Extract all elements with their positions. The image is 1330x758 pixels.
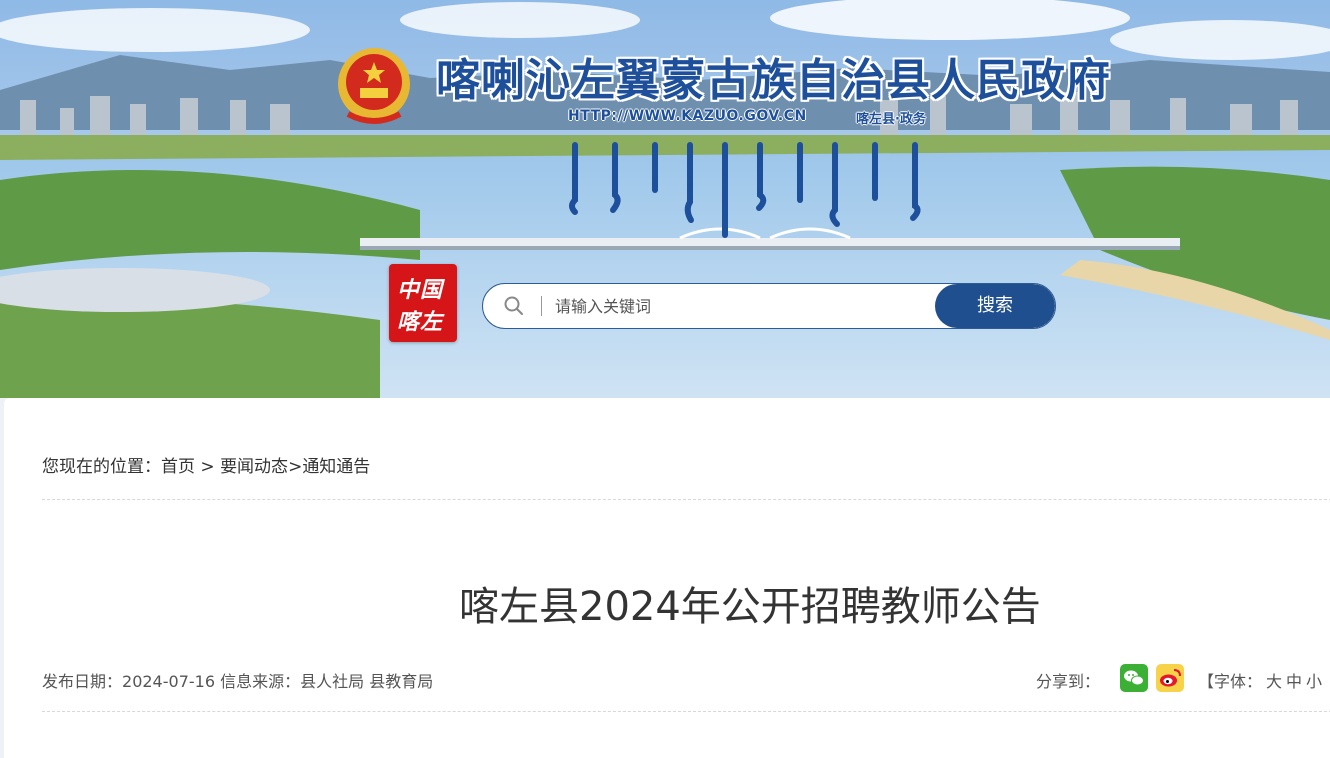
breadcrumb-section-link[interactable]: 要闻动态 <box>220 457 288 477</box>
breadcrumb-home-link[interactable]: 首页 <box>161 457 195 477</box>
font-size-medium[interactable]: 中 <box>1286 672 1302 691</box>
share-label: 分享到： <box>1036 672 1101 691</box>
search-button[interactable]: 搜索 <box>935 284 1055 328</box>
site-subtitle: 喀左县·政务 <box>856 112 926 127</box>
date-label: 发布日期： <box>42 672 123 691</box>
font-size-label: 【字体： <box>1198 672 1263 691</box>
article-panel: 您现在的位置：首页 > 要闻动态>通知通告 喀左县2024年公开招聘教师公告 发… <box>4 398 1330 758</box>
font-size-control: 【字体：大中小 <box>1198 668 1322 692</box>
site-url: HTTP://WWW.KAZUO.GOV.CN <box>568 108 807 124</box>
weibo-icon[interactable] <box>1156 664 1184 692</box>
site-title: 喀喇沁左翼蒙古族自治县人民政府 <box>436 55 1111 106</box>
breadcrumb-separator: > <box>288 457 303 477</box>
national-emblem-icon <box>338 48 410 124</box>
breadcrumb-separator: > <box>195 457 221 477</box>
divider <box>42 499 1330 500</box>
font-size-small[interactable]: 小 <box>1306 672 1322 691</box>
logo-line-2: 喀左 <box>397 309 444 335</box>
logo-line-1: 中国 <box>397 277 444 303</box>
breadcrumb: 您现在的位置：首页 > 要闻动态>通知通告 <box>42 452 370 477</box>
source-label: 信息来源： <box>220 672 301 691</box>
article-source: 县人社局 县教育局 <box>300 672 434 691</box>
search-divider <box>541 296 542 316</box>
search-icon <box>504 296 523 315</box>
header-banner: 喀喇沁左翼蒙古族自治县人民政府 HTTP://WWW.KAZUO.GOV.CN … <box>0 0 1330 398</box>
breadcrumb-current-link[interactable]: 通知通告 <box>302 457 370 477</box>
mongolian-script-title <box>569 142 921 238</box>
divider <box>42 711 1330 712</box>
font-size-large[interactable]: 大 <box>1266 672 1282 691</box>
publish-date: 2024-07-16 <box>122 672 215 691</box>
article-title: 喀左县2024年公开招聘教师公告 <box>459 584 1041 630</box>
china-kazuo-logo: 中国 喀左 <box>389 264 457 342</box>
article-meta: 发布日期：2024-07-16 信息来源：县人社局 县教育局 <box>42 668 433 692</box>
search-bar: 搜索 <box>482 283 1056 329</box>
search-input[interactable] <box>553 290 897 322</box>
breadcrumb-prefix: 您现在的位置： <box>42 457 161 477</box>
wechat-icon[interactable] <box>1120 664 1148 692</box>
